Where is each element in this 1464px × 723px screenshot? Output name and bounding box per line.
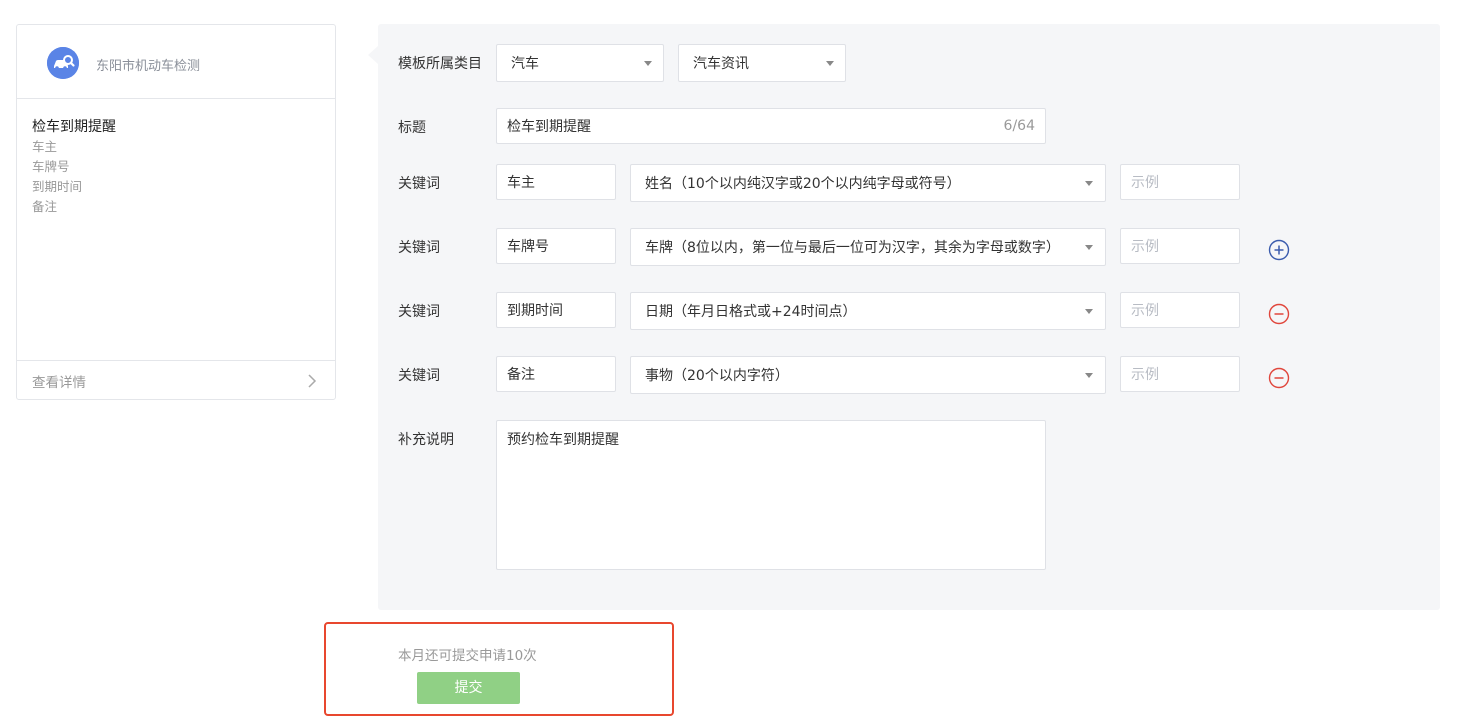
preview-field: 车牌号 <box>32 159 70 174</box>
template-preview-card: 东阳市机动车检测 检车到期提醒 车主 车牌号 到期时间 备注 查看详情 <box>16 24 336 400</box>
keyword-name-input[interactable]: 车主 <box>496 164 616 200</box>
category-primary-value: 汽车 <box>511 56 539 72</box>
example-placeholder: 示例 <box>1131 175 1159 191</box>
caret-down-icon <box>826 61 834 66</box>
caret-down-icon <box>644 61 652 66</box>
title-value: 检车到期提醒 <box>507 119 591 135</box>
keyword-type-select[interactable]: 事物（20个以内字符） <box>630 356 1106 394</box>
keyword-type-select[interactable]: 姓名（10个以内纯汉字或20个以内纯字母或符号） <box>630 164 1106 202</box>
example-placeholder: 示例 <box>1131 367 1159 383</box>
keyword-label: 关键词 <box>398 304 440 320</box>
remove-keyword-button[interactable] <box>1268 367 1290 389</box>
submit-button[interactable]: 提交 <box>417 672 520 704</box>
keyword-name-input[interactable]: 备注 <box>496 356 616 392</box>
title-char-count: 6/64 <box>1003 118 1035 134</box>
keyword-name: 车主 <box>507 175 535 191</box>
category-secondary-value: 汽车资讯 <box>693 56 749 72</box>
add-keyword-button[interactable] <box>1268 239 1290 261</box>
example-placeholder: 示例 <box>1131 239 1159 255</box>
keyword-type: 日期（年月日格式或+24时间点） <box>645 304 857 320</box>
keyword-label: 关键词 <box>398 240 440 256</box>
submit-area-highlight: 本月还可提交申请10次 提交 <box>324 622 674 716</box>
preview-field: 备注 <box>32 199 58 214</box>
note-textarea[interactable]: 预约检车到期提醒 <box>496 420 1046 570</box>
preview-field: 车主 <box>32 139 58 154</box>
caret-down-icon <box>1085 373 1093 378</box>
keyword-type: 事物（20个以内字符） <box>645 368 789 384</box>
keyword-name: 到期时间 <box>507 303 563 319</box>
org-name: 东阳市机动车检测 <box>96 59 201 74</box>
keyword-example-input[interactable]: 示例 <box>1120 228 1240 264</box>
keyword-example-input[interactable]: 示例 <box>1120 356 1240 392</box>
keyword-type: 姓名（10个以内纯汉字或20个以内纯字母或符号） <box>645 176 961 192</box>
keyword-type: 车牌（8位以内，第一位与最后一位可为汉字，其余为字母或数字） <box>645 240 1060 256</box>
caret-down-icon <box>1085 245 1093 250</box>
caret-down-icon <box>1085 181 1093 186</box>
category-secondary-select[interactable]: 汽车资讯 <box>678 44 846 82</box>
preview-field: 到期时间 <box>32 179 83 194</box>
keyword-name: 备注 <box>507 367 535 383</box>
keyword-name-input[interactable]: 车牌号 <box>496 228 616 264</box>
remove-keyword-button[interactable] <box>1268 303 1290 325</box>
view-details-link[interactable]: 查看详情 <box>32 371 86 391</box>
keyword-label: 关键词 <box>398 176 440 192</box>
submit-quota-text: 本月还可提交申请10次 <box>398 648 537 664</box>
keyword-example-input[interactable]: 示例 <box>1120 164 1240 200</box>
category-label: 模板所属类目 <box>398 56 482 72</box>
keyword-label: 关键词 <box>398 368 440 384</box>
preview-body: 检车到期提醒 车主 车牌号 到期时间 备注 <box>17 99 335 360</box>
panel-pointer <box>368 46 378 64</box>
example-placeholder: 示例 <box>1131 303 1159 319</box>
keyword-name: 车牌号 <box>507 239 549 255</box>
minus-circle-icon <box>1268 303 1290 325</box>
minus-circle-icon <box>1268 367 1290 389</box>
keyword-name-input[interactable]: 到期时间 <box>496 292 616 328</box>
note-label: 补充说明 <box>398 432 454 448</box>
caret-down-icon <box>1085 309 1093 314</box>
preview-footer[interactable]: 查看详情 <box>17 360 335 400</box>
keyword-type-select[interactable]: 车牌（8位以内，第一位与最后一位可为汉字，其余为字母或数字） <box>630 228 1106 266</box>
preview-title: 检车到期提醒 <box>32 119 116 135</box>
keyword-example-input[interactable]: 示例 <box>1120 292 1240 328</box>
title-label: 标题 <box>398 120 426 136</box>
category-primary-select[interactable]: 汽车 <box>496 44 664 82</box>
keyword-type-select[interactable]: 日期（年月日格式或+24时间点） <box>630 292 1106 330</box>
plus-circle-icon <box>1268 239 1290 261</box>
title-input[interactable]: 检车到期提醒 6/64 <box>496 108 1046 144</box>
chevron-right-icon <box>308 374 317 388</box>
preview-header: 东阳市机动车检测 <box>17 25 335 99</box>
car-search-icon <box>47 47 79 79</box>
